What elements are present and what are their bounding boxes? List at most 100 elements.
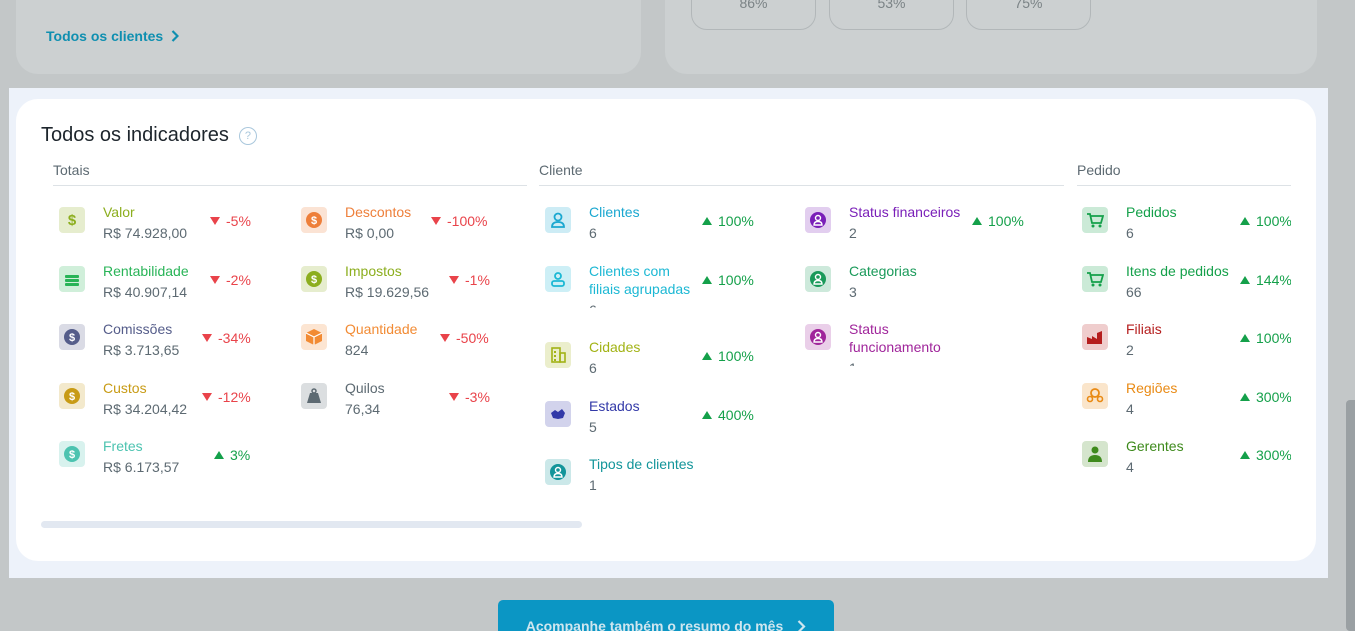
user-circle-icon — [805, 266, 831, 292]
triangle-up-icon — [702, 411, 712, 419]
indicator-quilos[interactable]: Quilos 76,34 -3% — [301, 379, 509, 425]
coin-icon: $ — [59, 324, 85, 350]
indicator-label: Descontos — [345, 204, 412, 220]
chevron-right-icon — [797, 620, 806, 631]
indicator-custos[interactable]: $ Custos R$ 34.204,42 -12% — [59, 379, 262, 425]
indicator-label: Regiões — [1126, 380, 1178, 396]
indicator-change: 3% — [214, 447, 250, 463]
svg-text:$: $ — [311, 274, 317, 286]
page-scrollbar[interactable] — [1346, 400, 1355, 631]
indicator-valor[interactable]: $ Valor R$ 74.928,00 -5% — [59, 203, 270, 249]
indicator-label: Estados — [589, 398, 640, 414]
factory-icon — [1082, 324, 1108, 350]
indicator-value: R$ 19.629,56 — [345, 284, 430, 300]
indicator-filiais[interactable]: Filiais 2 100% — [1082, 320, 1291, 366]
indicator-label: Comissões — [103, 321, 173, 337]
indicator-change: -3% — [449, 389, 490, 405]
manager-icon — [1082, 441, 1108, 467]
indicator-value: 2 — [849, 225, 857, 241]
triangle-down-icon — [202, 393, 212, 401]
triangle-down-icon — [449, 276, 459, 284]
indicator-quantidade[interactable]: Quantidade 824 -50% — [301, 320, 500, 366]
triangle-up-icon — [702, 276, 712, 284]
location-pins-icon — [1082, 383, 1108, 409]
triangle-up-icon — [1240, 451, 1250, 459]
indicator-descontos[interactable]: $ Descontos R$ 0,00 -100% — [301, 203, 491, 249]
indicator-value: 76,34 — [345, 401, 381, 417]
dollar-icon: $ — [59, 207, 85, 233]
svg-text:$: $ — [69, 332, 75, 344]
indicator-label: Valor — [103, 204, 135, 220]
indicator-label: Tipos de clientes — [589, 456, 694, 472]
indicator-label: Rentabilidade — [103, 263, 189, 279]
svg-text:$: $ — [68, 212, 77, 229]
indicator-regioes[interactable]: Regiões 4 300% — [1082, 379, 1291, 425]
indicator-label: Gerentes — [1126, 438, 1184, 454]
triangle-down-icon — [449, 393, 459, 401]
indicator-estados[interactable]: Estados 5 400% — [545, 397, 762, 443]
indicator-change: -12% — [202, 389, 251, 405]
triangle-down-icon — [210, 217, 220, 225]
weight-icon — [301, 383, 327, 409]
all-clients-link[interactable]: Todos os clientes — [46, 28, 180, 44]
triangle-up-icon — [702, 217, 712, 225]
dollar-coin-icon: $ — [59, 441, 85, 467]
indicator-status-financeiros[interactable]: Status financeiros 2 100% — [805, 203, 1032, 249]
indicator-fretes[interactable]: $ Fretes R$ 6.173,57 3% — [59, 437, 274, 483]
indicator-label: Impostos — [345, 263, 402, 279]
triangle-up-icon — [1240, 334, 1250, 342]
building-icon — [545, 342, 571, 368]
indicator-change: 400% — [702, 407, 754, 423]
indicator-label: Filiais — [1126, 321, 1162, 337]
indicator-change: -100% — [431, 213, 487, 229]
indicator-label: Quilos — [345, 380, 385, 396]
indicator-value: R$ 40.907,14 — [103, 284, 188, 300]
coin-icon: $ — [59, 383, 85, 409]
page-title: Todos os indicadores — [41, 124, 229, 146]
indicator-value: 4 — [1126, 401, 1134, 417]
indicator-label: Clientes com filiais agrupadas — [589, 263, 691, 297]
indicator-status-funcionamento[interactable]: Status funcionamento 1 — [805, 320, 1032, 366]
indicator-clientes-com-filiais-agrupadas[interactable]: Clientes com filiais agrupadas 6 100% — [545, 262, 762, 308]
indicator-comissoes[interactable]: $ Comissões R$ 3.713,65 -34% — [59, 320, 262, 366]
indicator-pedidos[interactable]: Pedidos 6 100% — [1082, 203, 1291, 249]
indicator-value: R$ 74.928,00 — [103, 225, 188, 241]
indicator-value: 1 — [589, 477, 597, 493]
money-stack-icon — [59, 266, 85, 292]
indicator-value: 6 — [1126, 225, 1134, 241]
indicator-label: Quantidade — [345, 321, 418, 337]
indicator-value: R$ 3.713,65 — [103, 342, 180, 358]
svg-text:$: $ — [311, 215, 317, 227]
indicator-itens-de-pedidos[interactable]: Itens de pedidos 66 144% — [1082, 262, 1291, 308]
user-circle-icon — [805, 207, 831, 233]
indicator-categorias[interactable]: Categorias 3 — [805, 262, 1032, 308]
user-icon — [545, 207, 571, 233]
box-icon — [301, 324, 327, 350]
indicator-label: Clientes — [589, 204, 640, 220]
horizontal-scrollbar[interactable] — [41, 521, 582, 528]
triangle-up-icon — [1240, 393, 1250, 401]
indicator-label: Fretes — [103, 438, 143, 454]
indicator-change: 100% — [702, 348, 754, 364]
indicator-label: Status financeiros — [849, 204, 961, 220]
indicator-value: 66 — [1126, 284, 1142, 300]
indicator-cidades[interactable]: Cidades 6 100% — [545, 338, 762, 384]
month-summary-button-label: Acompanhe também o resumo do mês — [525, 618, 784, 631]
indicator-impostos[interactable]: $ Impostos R$ 19.629,56 -1% — [301, 262, 509, 308]
indicator-label: Pedidos — [1126, 204, 1177, 220]
indicator-gerentes[interactable]: Gerentes 4 300% — [1082, 437, 1291, 483]
indicator-label: Cidades — [589, 339, 641, 355]
cart-icon — [1082, 207, 1108, 233]
triangle-down-icon — [431, 217, 441, 225]
indicator-clientes[interactable]: Clientes 6 100% — [545, 203, 762, 249]
users-group-icon — [545, 266, 571, 292]
indicator-change: 300% — [1240, 447, 1291, 463]
month-summary-button[interactable]: Acompanhe também o resumo do mês — [498, 600, 834, 631]
triangle-down-icon — [210, 276, 220, 284]
indicator-value: 6 — [589, 301, 694, 308]
indicator-tipos-de-clientes[interactable]: Tipos de clientes 1 — [545, 455, 762, 501]
indicator-rentabilidade[interactable]: Rentabilidade R$ 40.907,14 -2% — [59, 262, 270, 308]
indicator-label: Status funcionamento — [849, 321, 941, 355]
help-icon[interactable]: ? — [238, 126, 257, 145]
indicator-value: 4 — [1126, 459, 1134, 475]
